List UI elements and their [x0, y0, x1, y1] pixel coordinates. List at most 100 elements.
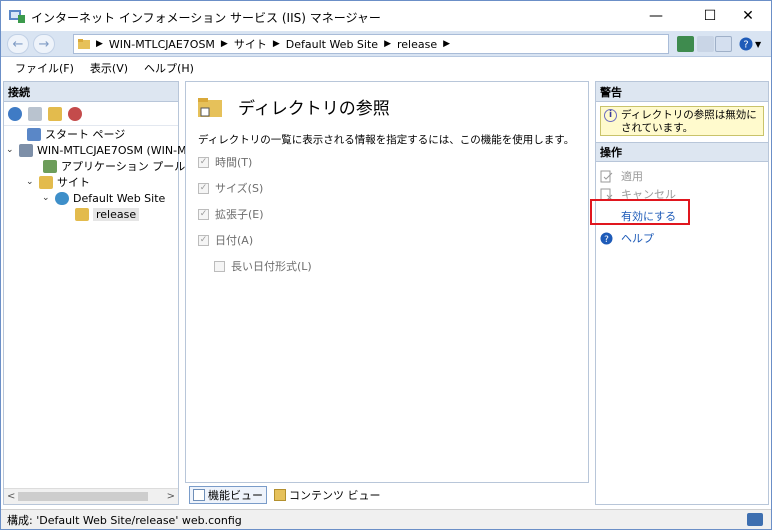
- horizontal-scrollbar[interactable]: < >: [4, 488, 178, 504]
- crumb-separator-icon: ▶: [272, 39, 280, 49]
- option-label: サイズ(S): [215, 182, 264, 195]
- home-icon[interactable]: [715, 36, 732, 52]
- option-time[interactable]: ✓ 時間(T): [198, 154, 252, 170]
- crumb-sites[interactable]: サイト: [234, 36, 267, 52]
- title-bar: インターネット インフォメーション サービス (IIS) マネージャー — ☐ …: [1, 1, 771, 31]
- status-text: 構成: 'Default Web Site/release' web.confi…: [7, 513, 242, 527]
- minimize-button[interactable]: —: [633, 1, 679, 31]
- alert-message: i ディレクトリの参照は無効にされています。: [600, 106, 764, 136]
- server-icon: [19, 143, 33, 157]
- tab-content-view[interactable]: コンテンツ ビュー: [271, 486, 384, 504]
- option-extension[interactable]: ✓ 拡張子(E): [198, 206, 264, 222]
- scroll-left-icon[interactable]: <: [7, 491, 15, 502]
- actions-panel: 警告 i ディレクトリの参照は無効にされています。 操作 適用 キャンセル 有効…: [595, 81, 769, 505]
- tree-item-label: サイト: [57, 176, 90, 189]
- svg-text:?: ?: [743, 40, 748, 51]
- highlight-box: [590, 199, 690, 225]
- option-label: 時間(T): [215, 156, 253, 169]
- folder-icon: [78, 39, 90, 49]
- breadcrumb[interactable]: ▶ WIN-MTLCJAE7OSM ▶ サイト ▶ Default Web Si…: [73, 34, 669, 54]
- apply-action[interactable]: 適用: [600, 168, 643, 184]
- action-label: 適用: [621, 170, 643, 183]
- connections-panel: 接続 スタート ページ ⌄ WIN-MTLCJAE7OSM (WIN-M アプリ…: [3, 81, 187, 505]
- option-date[interactable]: ✓ 日付(A): [198, 232, 253, 248]
- chevron-down-icon: ▼: [755, 39, 762, 49]
- window-title: インターネット インフォメーション サービス (IIS) マネージャー: [31, 11, 381, 25]
- stop-icon[interactable]: [697, 36, 714, 52]
- tree-item-label: スタート ページ: [45, 128, 126, 141]
- menu-bar: ファイル(F) 表示(V) ヘルプ(H): [1, 58, 771, 78]
- checkbox-date[interactable]: ✓: [198, 234, 209, 246]
- tab-features-view[interactable]: 機能ビュー: [189, 486, 267, 504]
- globe-icon: [55, 191, 69, 205]
- connections-tree: スタート ページ ⌄ WIN-MTLCJAE7OSM (WIN-M アプリケーシ…: [4, 126, 187, 221]
- connections-toolbar: [4, 102, 178, 126]
- up-folder-icon[interactable]: [48, 106, 62, 121]
- connections-header: 接続: [4, 82, 178, 102]
- help-dropdown-button[interactable]: ? ▼: [739, 36, 763, 52]
- tab-label: コンテンツ ビュー: [289, 489, 381, 502]
- alert-text: ディレクトリの参照は無効にされています。: [621, 109, 757, 134]
- tree-item-sites[interactable]: ⌄ サイト: [26, 174, 90, 190]
- info-icon: i: [604, 109, 617, 122]
- directory-browsing-icon: [198, 98, 222, 117]
- virtual-folder-icon: [75, 207, 89, 221]
- tree-item-label: WIN-MTLCJAE7OSM (WIN-M: [37, 143, 187, 157]
- close-button[interactable]: ✕: [725, 1, 771, 31]
- option-label: 日付(A): [215, 234, 254, 247]
- tree-item-start-page[interactable]: スタート ページ: [14, 126, 125, 142]
- crumb-separator-icon: ▶: [96, 39, 103, 49]
- option-long-date[interactable]: 長い日付形式(L): [214, 258, 312, 274]
- operations-header: 操作: [596, 142, 768, 162]
- checkbox-size[interactable]: ✓: [198, 182, 209, 194]
- crumb-separator-icon: ▶: [443, 39, 451, 49]
- tree-item-server[interactable]: ⌄ WIN-MTLCJAE7OSM (WIN-M: [6, 142, 187, 158]
- network-icon: [747, 513, 763, 526]
- menu-file[interactable]: ファイル(F): [15, 60, 74, 76]
- option-size[interactable]: ✓ サイズ(S): [198, 180, 263, 196]
- menu-view[interactable]: 表示(V): [90, 60, 128, 76]
- alerts-header: 警告: [596, 82, 768, 102]
- checkbox-extension[interactable]: ✓: [198, 208, 209, 220]
- start-page-icon: [27, 127, 41, 141]
- tree-expander-icon[interactable]: ⌄: [26, 177, 36, 187]
- features-view-icon: [193, 489, 205, 501]
- back-button[interactable]: ←: [7, 34, 29, 54]
- svg-text:?: ?: [604, 235, 609, 245]
- crumb-server[interactable]: WIN-MTLCJAE7OSM: [109, 38, 215, 51]
- crumb-separator-icon: ▶: [220, 39, 228, 49]
- disconnect-icon[interactable]: [68, 106, 82, 121]
- crumb-separator-icon: ▶: [384, 39, 391, 49]
- scroll-right-icon[interactable]: >: [167, 491, 175, 502]
- help-icon: ?: [739, 37, 753, 51]
- scrollbar-thumb[interactable]: [18, 492, 148, 501]
- address-bar: ← → ▶ WIN-MTLCJAE7OSM ▶ サイト ▶ Default We…: [1, 31, 771, 57]
- connect-icon[interactable]: [8, 106, 22, 121]
- tree-expander-icon[interactable]: ⌄: [42, 193, 52, 203]
- action-label: ヘルプ: [621, 232, 654, 245]
- apply-icon: [600, 170, 613, 183]
- crumb-release[interactable]: release: [397, 38, 437, 51]
- tree-item-label: アプリケーション プール: [61, 160, 186, 173]
- page-title: ディレクトリの参照: [238, 99, 390, 119]
- tree-item-label: release: [93, 207, 140, 221]
- crumb-default-web-site[interactable]: Default Web Site: [286, 38, 378, 51]
- iis-app-icon: [9, 10, 25, 23]
- help-icon: ?: [600, 232, 613, 245]
- help-action[interactable]: ? ヘルプ: [600, 230, 654, 246]
- tree-item-release[interactable]: release: [62, 206, 140, 222]
- tree-item-app-pools[interactable]: アプリケーション プール: [30, 158, 185, 174]
- checkbox-time[interactable]: ✓: [198, 156, 209, 168]
- refresh-icon[interactable]: [677, 36, 694, 52]
- feature-panel: ディレクトリの参照 ディレクトリの一覧に表示される情報を指定するには、この機能を…: [185, 81, 589, 483]
- sites-folder-icon: [39, 175, 53, 189]
- view-tabs: 機能ビュー コンテンツ ビュー: [185, 485, 589, 505]
- tree-expander-icon[interactable]: ⌄: [6, 145, 16, 155]
- checkbox-long-date[interactable]: [214, 260, 225, 272]
- menu-help[interactable]: ヘルプ(H): [144, 60, 194, 76]
- option-label: 拡張子(E): [215, 208, 264, 221]
- save-icon[interactable]: [28, 106, 42, 121]
- tree-item-default-web-site[interactable]: ⌄ Default Web Site: [42, 190, 165, 206]
- forward-button[interactable]: →: [33, 34, 55, 54]
- option-label: 長い日付形式(L): [231, 260, 312, 273]
